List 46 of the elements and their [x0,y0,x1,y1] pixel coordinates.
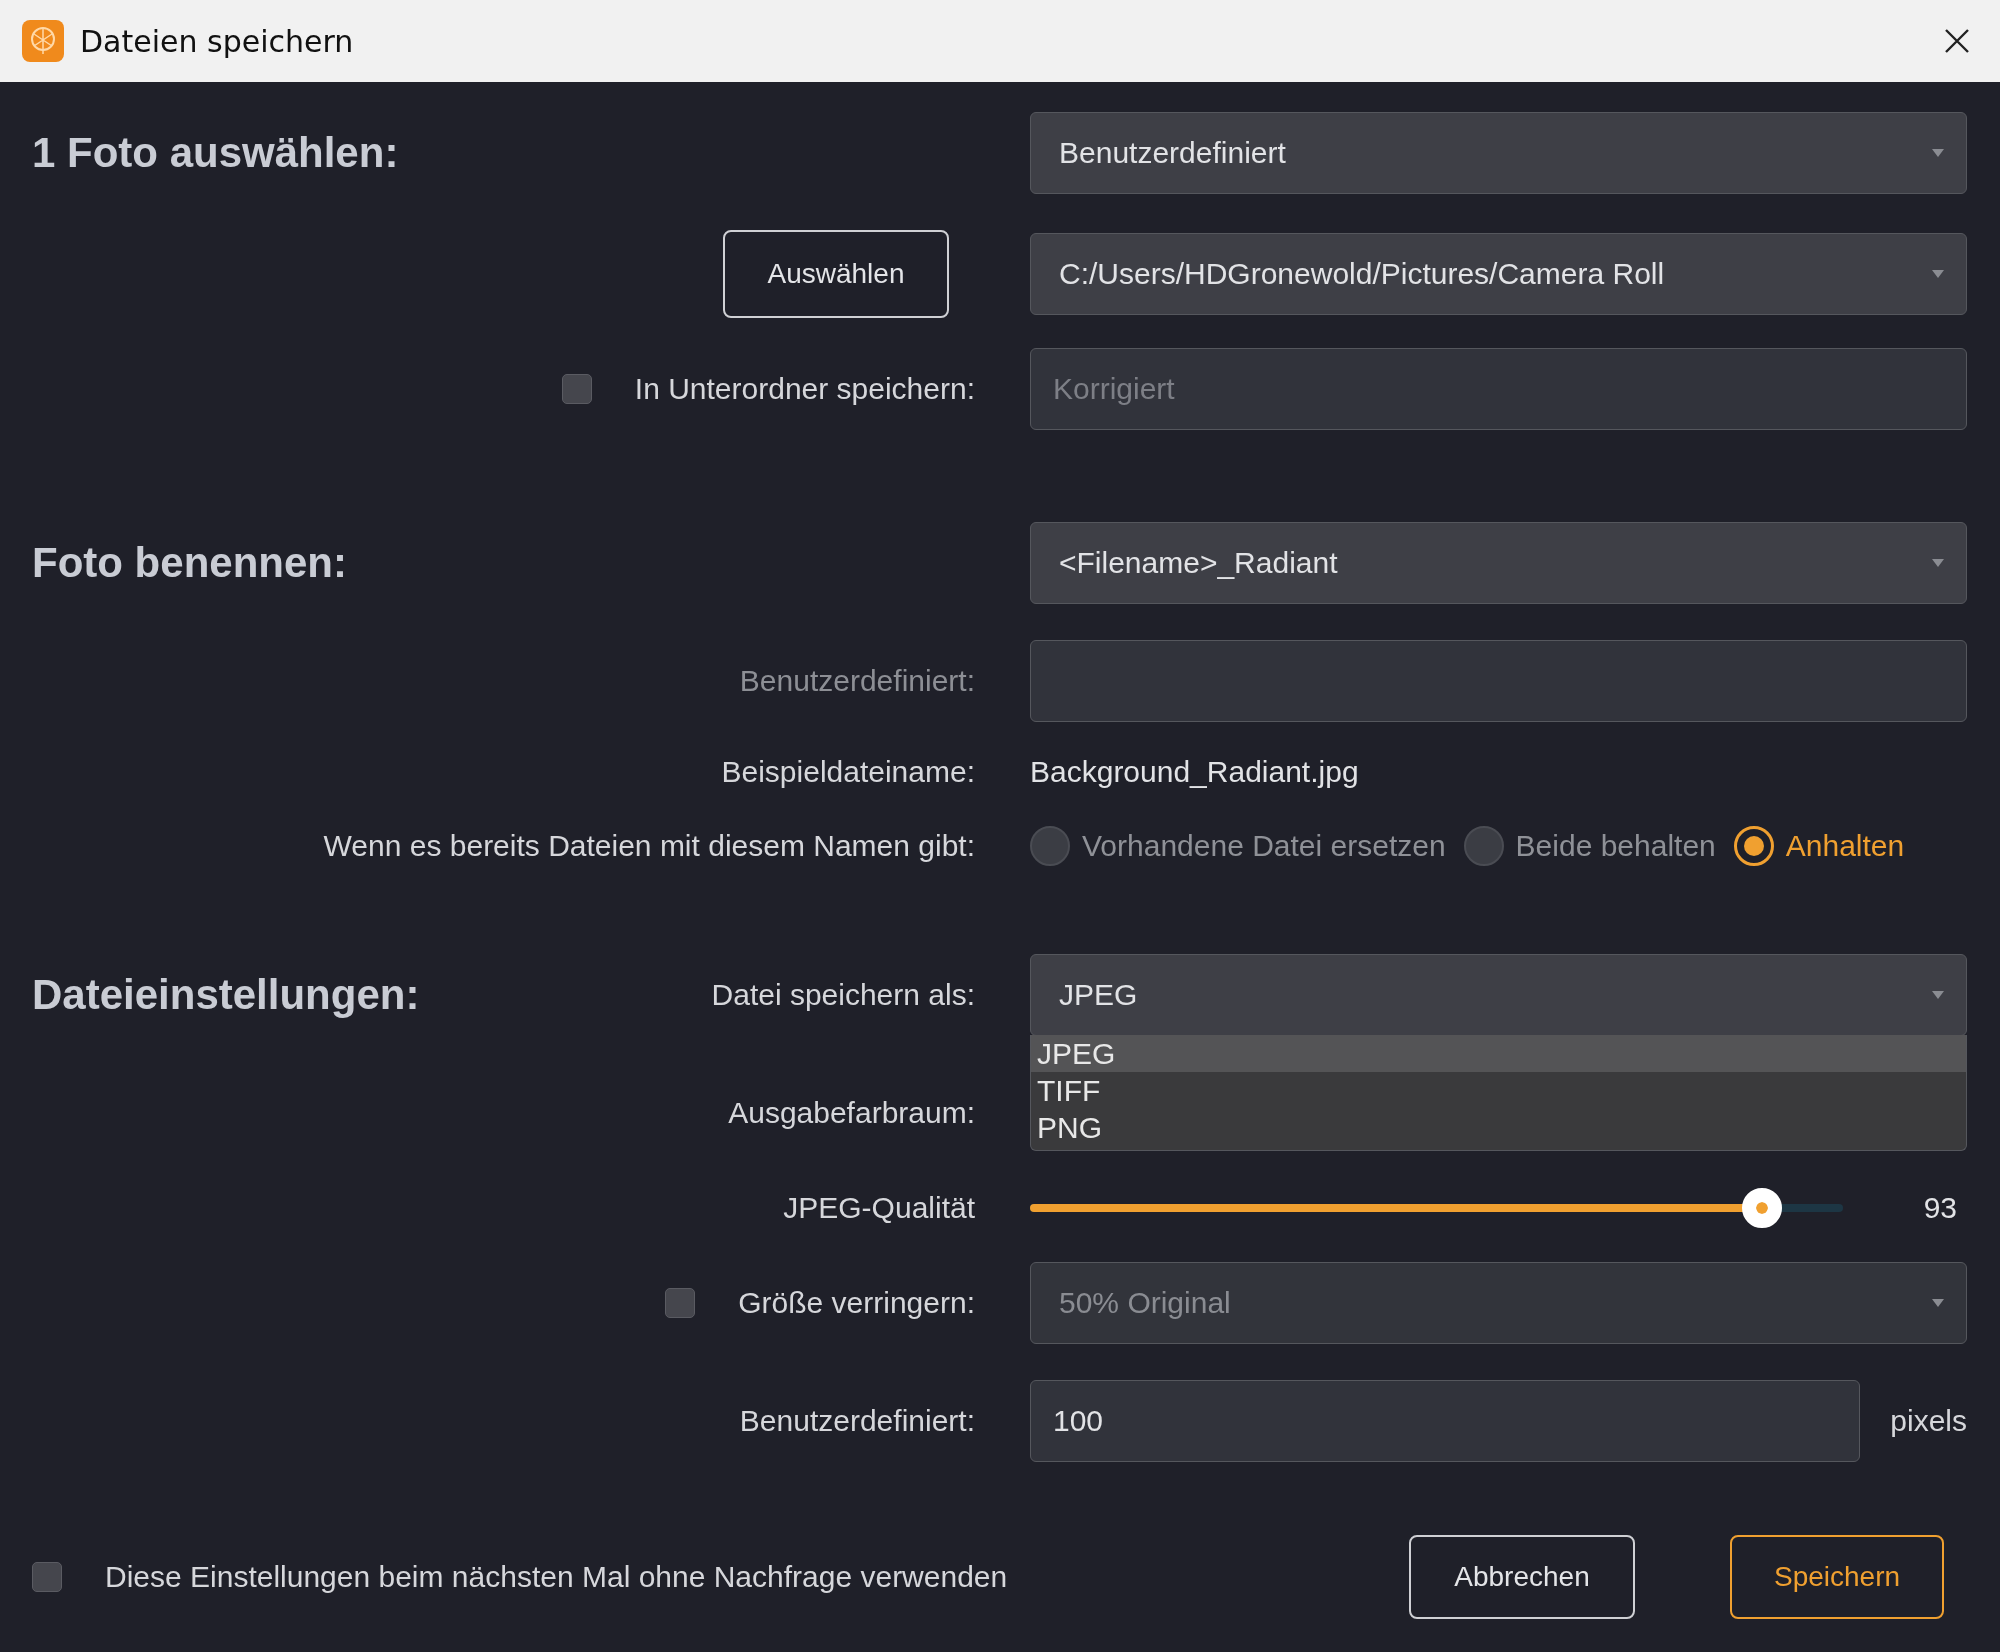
app-icon [22,20,64,62]
window-title: Dateien speichern [80,23,354,59]
section-heading: Foto benennen: [32,539,347,587]
dropdown[interactable]: Benutzerdefiniert [1030,112,1967,194]
input-field[interactable]: Korrigiert [1030,348,1967,430]
cancel-button[interactable]: Abbrechen [1409,1535,1635,1619]
close-icon[interactable] [1944,28,1970,54]
field-label: JPEG-Qualität [783,1191,975,1225]
field-label: Datei speichern als: [711,978,975,1012]
dropdown-option[interactable]: JPEG [1031,1035,1966,1072]
caret-icon [1932,149,1944,157]
field-label: Beispieldateiname: [721,755,975,789]
slider-value: 93 [1923,1191,1957,1225]
field-label: In Unterordner speichern: [634,372,975,406]
field-label: Größe verringern: [738,1286,975,1320]
unit-label: pixels [1890,1404,1967,1438]
example-filename: Background_Radiant.jpg [1030,755,1359,789]
radio-label: Beide behalten [1515,829,1716,863]
dropdown[interactable]: JPEG [1030,954,1967,1036]
dropdown-option[interactable]: PNG [1031,1109,1966,1146]
checkbox[interactable] [32,1562,62,1592]
caret-icon [1932,991,1944,999]
slider-thumb[interactable] [1741,1188,1782,1228]
field-label: Benutzerdefiniert: [739,1404,975,1438]
dropdown[interactable]: C:/Users/HDGronewold/Pictures/Camera Roll [1030,233,1967,315]
checkbox[interactable] [561,374,592,404]
dropdown[interactable]: <Filename>_Radiant [1030,522,1967,604]
field-label: Ausgabefarbraum: [728,1096,975,1130]
radio-button[interactable] [1030,826,1070,866]
checkbox-label: Diese Einstellungen beim nächsten Mal ohne Nachfrage verwenden [105,1560,1008,1594]
dropdown-option[interactable]: TIFF [1031,1072,1966,1109]
radio-button[interactable] [1733,826,1774,866]
field-label: Benutzerdefiniert: [739,664,975,698]
caret-icon [1932,559,1944,567]
radio-button[interactable] [1463,826,1504,866]
save-button[interactable]: Speichern [1730,1535,1944,1619]
section-heading: Dateieinstellungen: [32,971,420,1019]
field-label: Wenn es bereits Dateien mit diesem Namen gibt: [323,829,975,863]
caret-icon [1932,270,1944,278]
caret-icon [1932,1299,1944,1307]
radio-label: Anhalten [1785,829,1905,863]
input-field[interactable] [1030,640,1967,722]
select-button[interactable]: Auswählen [723,230,949,318]
radio-label: Vorhandene Datei ersetzen [1082,829,1446,863]
input-field[interactable]: 100 [1030,1380,1861,1462]
section-heading: 1 Foto auswählen: [32,129,399,177]
